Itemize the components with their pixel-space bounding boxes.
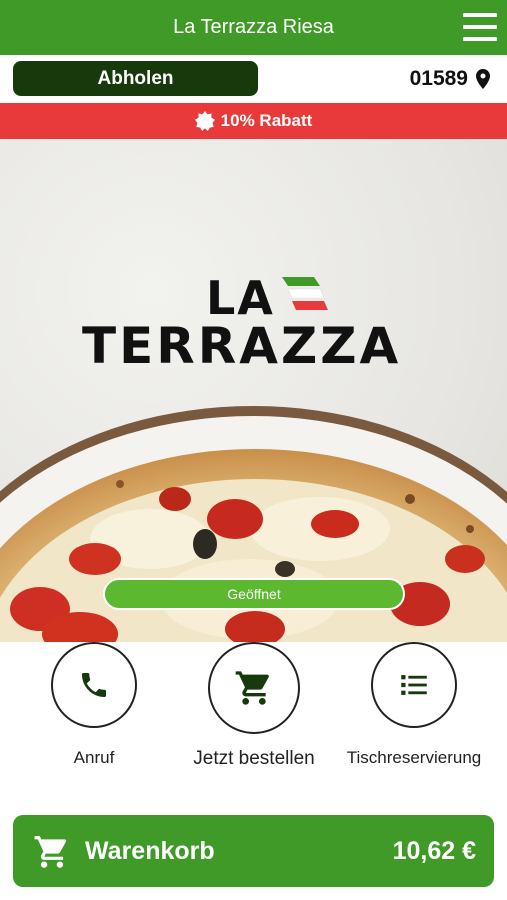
discount-text: 10% Rabatt [220,111,313,130]
pizza-illustration [0,406,507,642]
order-now-action-label: Jetzt bestellen [193,748,315,769]
badge-icon [194,111,215,131]
discount-banner[interactable]: 10% Rabatt [0,103,507,139]
quick-actions: Anruf Jetzt bestellen Tischreservierung [0,642,507,802]
pickup-mode-button[interactable]: Abholen [13,61,258,96]
call-action[interactable]: Anruf [51,642,137,768]
order-mode-bar: Abholen 01589 [0,55,507,103]
top-app-bar: La Terrazza Riesa [0,0,507,55]
postal-code: 01589 [409,67,468,90]
table-reservation-action-circle[interactable] [371,642,457,728]
list-icon [401,675,427,695]
table-reservation-action-label: Tischreservierung [346,748,482,767]
cart-button[interactable]: Warenkorb 10,62 € [13,815,494,887]
order-now-action[interactable]: Jetzt bestellen [193,642,315,770]
opening-status-badge[interactable]: Geöffnet [103,578,405,610]
cart-icon [34,836,67,868]
table-reservation-action[interactable]: Tischreservierung [347,642,481,768]
italian-flag-icon [282,277,328,310]
hamburger-menu-icon[interactable] [463,13,497,41]
call-action-label: Anruf [73,748,115,767]
call-action-circle[interactable] [51,642,137,728]
map-pin-icon [476,68,490,89]
cart-icon [235,671,269,705]
cart-total: 10,62 € [392,837,476,865]
order-now-action-circle[interactable] [208,642,300,734]
logo-text-terrazza: TERRAZZA [82,317,402,375]
cart-label: Warenkorb [85,837,215,865]
hero-image: LA TERRAZZA [0,139,507,642]
postal-code-selector[interactable]: 01589 [410,61,490,96]
app-title: La Terrazza Riesa [173,16,334,38]
phone-icon [82,673,106,697]
